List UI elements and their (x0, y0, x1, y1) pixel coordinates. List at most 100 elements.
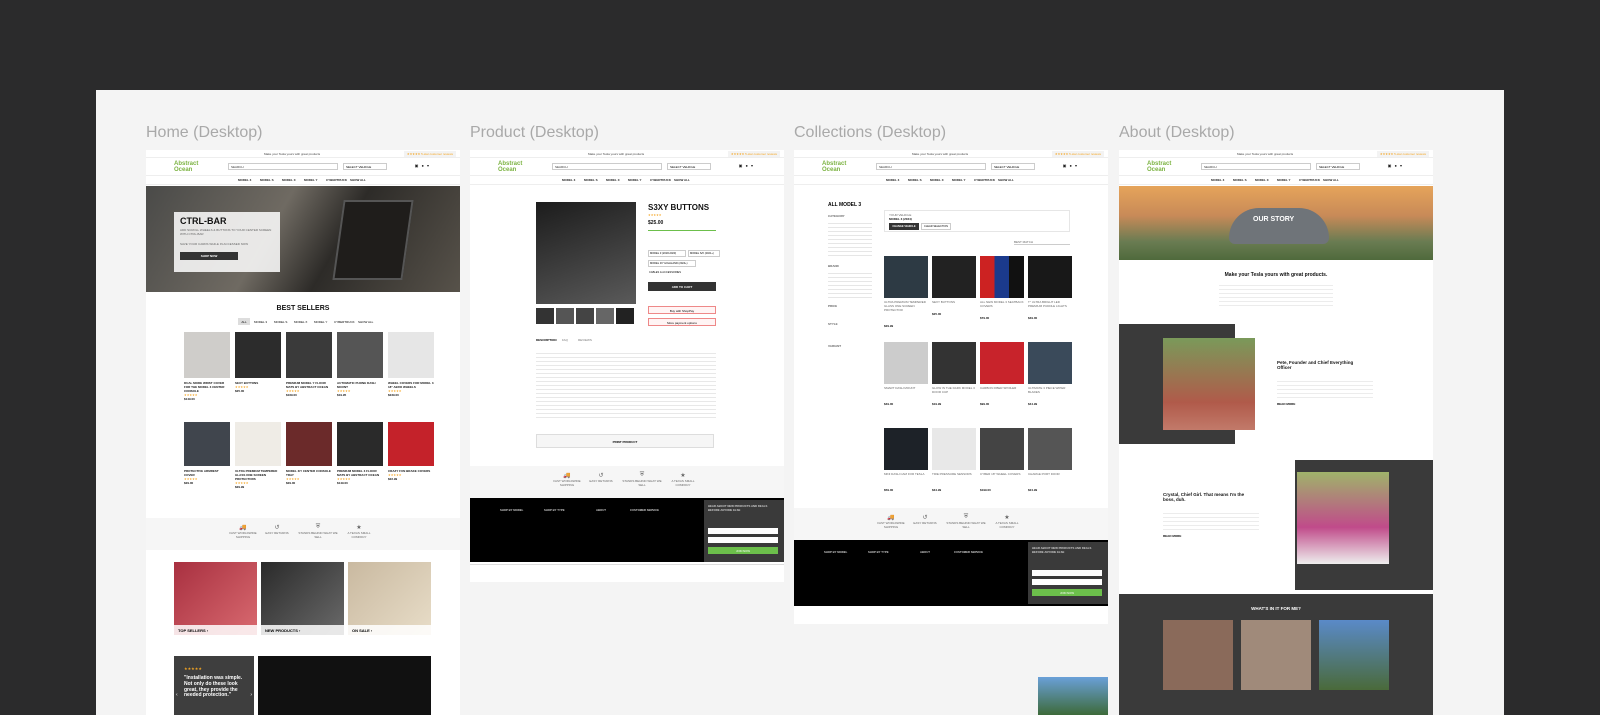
header-icons[interactable]: ▣ ● ▾ (415, 163, 430, 168)
filter-sidebar[interactable]: CATEGORY BRAND PRICE STYLE VARIANT (828, 214, 874, 358)
product-card[interactable] (884, 256, 928, 298)
header-icons[interactable]: ▣ ● ▾ (739, 163, 754, 168)
product-card[interactable] (980, 428, 1024, 470)
filter-tab[interactable]: MODEL S (274, 318, 287, 324)
select-vehicle-button[interactable]: SELECT VEHICLE (667, 163, 711, 170)
option-button[interactable]: MODEL 3 (2018-2023) (648, 250, 686, 257)
option-button[interactable]: CABLES & ACCESSORIES (648, 270, 686, 277)
filter-tab[interactable]: MODEL X (294, 318, 307, 324)
product-card[interactable] (932, 256, 976, 298)
product-price: $29.99 (235, 485, 245, 489)
frame-product[interactable]: Make your Tesla yours with great product… (470, 150, 784, 582)
product-card[interactable]: SEXY BUTTONS ★★★★★ $25.00 (235, 332, 281, 393)
nav-item[interactable]: CYBERTRUCK (326, 178, 347, 182)
product-card[interactable] (932, 342, 976, 384)
newsletter-email-input[interactable] (1032, 570, 1102, 576)
product-price: $169.00 (286, 393, 297, 397)
select-vehicle-button[interactable]: SELECT VEHICLE (1316, 163, 1360, 170)
product-card[interactable] (980, 256, 1024, 298)
search-input[interactable]: SEARCH (552, 163, 662, 170)
main-nav: MODEL 3 MODEL S MODEL X MODEL Y CYBERTRU… (794, 176, 1108, 185)
search-input[interactable]: SEARCH (876, 163, 986, 170)
join-now-button[interactable]: JOIN NOW (708, 547, 778, 554)
product-card[interactable]: WHEEL COVERS FOR MODEL 3 18" AERO WHEELS… (388, 332, 434, 397)
sort-select[interactable]: BEST MATCH (1014, 240, 1070, 245)
product-card[interactable]: MODEL 3/Y CENTER CONSOLE TRAY ★★★★★ $29.… (286, 422, 332, 485)
nav-item[interactable]: MODEL 3 (238, 178, 251, 182)
product-image (184, 332, 230, 378)
frame-about[interactable]: Make your Tesla yours with great product… (1119, 150, 1433, 715)
more-payment-button[interactable]: More payment options (648, 318, 716, 326)
filter-tab[interactable]: ALL (238, 318, 250, 325)
product-card[interactable]: DUAL MODE WRIST COVER FOR THE MODEL 3 CE… (184, 332, 230, 401)
add-to-cart-button[interactable]: ADD TO CART (648, 282, 716, 291)
crystal-read-more[interactable]: READ MORE (1163, 534, 1181, 538)
logo[interactable]: Abstract Ocean (498, 161, 522, 173)
product-card[interactable] (1028, 256, 1072, 298)
hero-banner[interactable]: CTRL-BAR ADD SCROLL WHEELS & BUTTONS TO … (146, 186, 460, 292)
frame-collections[interactable]: Make your Tesla yours with great product… (794, 150, 1108, 624)
clear-selection-button[interactable]: CLEAR SELECTION (921, 223, 951, 230)
print-product-button[interactable]: PRINT PRODUCT (536, 434, 714, 448)
select-vehicle-button[interactable]: SELECT VEHICLE (991, 163, 1035, 170)
search-input[interactable]: SEARCH (1201, 163, 1311, 170)
frame-home[interactable]: Make your Tesla yours with great product… (146, 150, 460, 715)
tab-reviews[interactable]: REVIEWS (578, 338, 592, 342)
nav-item[interactable]: MODEL X (282, 178, 296, 182)
product-card[interactable]: PREMIUM MODEL 3 FLOOR MATS BY ABSTRACT O… (337, 422, 383, 485)
nav-item[interactable]: MODEL S (260, 178, 274, 182)
logo[interactable]: Abstract Ocean (174, 161, 198, 173)
product-name: AUTOMATIC PHONE DASH MOUNT (337, 381, 376, 389)
product-image (388, 332, 434, 378)
trust-badges: 🚚 FAST WORLDWIDE SHIPPING ↺ EASY RETURNS ⛨… (470, 466, 784, 498)
product-card[interactable]: ULTRA PREMIUM TEMPERED GLASS ONE SCREEN … (235, 422, 281, 489)
filter-tab[interactable]: MODEL Y (314, 318, 327, 324)
nav-item[interactable]: SHOW ALL (350, 178, 366, 182)
product-card[interactable]: PROTECTIVE ARMREST COVER ★★★★★ $29.00 (184, 422, 230, 485)
product-card[interactable]: CRAZY FUN BRAKE COVERS ★★★★★ $22.99 (388, 422, 434, 481)
product-card[interactable] (980, 342, 1024, 384)
filter-tab[interactable]: MODEL 3 (254, 318, 267, 324)
shop-now-button[interactable]: SHOP NOW (180, 252, 238, 260)
tab-faq[interactable]: FAQ (562, 338, 568, 342)
main-nav: MODEL 3 MODEL S MODEL X MODEL Y CYBERTRU… (1119, 176, 1433, 185)
product-main-image[interactable] (536, 202, 636, 304)
product-card[interactable] (1028, 342, 1072, 384)
filter-tab[interactable]: CYBERTRUCK (334, 318, 355, 324)
rating-stars: ★★★★★ (648, 213, 662, 217)
option-button[interactable]: MODEL S/X (2021+) (688, 250, 720, 257)
newsletter-phone-input[interactable] (708, 537, 778, 543)
product-card[interactable] (1028, 428, 1072, 470)
newsletter-phone-input[interactable] (1032, 579, 1102, 585)
select-vehicle-button[interactable]: SELECT VEHICLE (343, 163, 387, 170)
tab-description[interactable]: DESCRIPTION (536, 338, 557, 342)
tile-top-sellers[interactable]: TOP SELLERS › (174, 562, 257, 635)
product-thumbnails[interactable] (536, 308, 636, 324)
tile-new-products[interactable]: NEW PRODUCTS › (261, 562, 344, 635)
header-icons[interactable]: ▣ ● ▾ (1063, 163, 1078, 168)
product-card[interactable] (932, 428, 976, 470)
trust-badges: 🚚 FAST WORLDWIDE SHIPPING ↺ EASY RETURNS ⛨… (146, 518, 460, 550)
founder-read-more[interactable]: READ MORE (1277, 402, 1295, 406)
prev-arrow-icon[interactable]: ‹ (176, 692, 178, 698)
logo[interactable]: Abstract Ocean (822, 161, 846, 173)
nav-item[interactable]: MODEL Y (304, 178, 318, 182)
logo[interactable]: Abstract Ocean (1147, 161, 1171, 173)
header-icons[interactable]: ▣ ● ▾ (1388, 163, 1403, 168)
search-input[interactable]: SEARCH (228, 163, 338, 170)
product-card[interactable] (884, 428, 928, 470)
product-image (235, 422, 281, 466)
join-now-button[interactable]: JOIN NOW (1032, 589, 1102, 596)
tile-on-sale[interactable]: ON SALE › (348, 562, 431, 635)
testimonial-card: ★★★★★ "Installation was simple. Not only… (174, 656, 254, 715)
benefit-image (1319, 620, 1389, 690)
product-card[interactable] (884, 342, 928, 384)
product-card[interactable]: PREMIUM MODEL Y FLOOR MATS BY ABSTRACT O… (286, 332, 332, 397)
option-button[interactable]: MODEL 3/Y HIGHLAND (2024+) (648, 260, 696, 267)
product-card[interactable]: AUTOMATIC PHONE DASH MOUNT ★★★★★ $19.95 (337, 332, 383, 397)
filter-tab[interactable]: SHOW ALL (358, 318, 373, 324)
next-arrow-icon[interactable]: › (250, 692, 252, 698)
shop-pay-button[interactable]: Buy with ShopPay (648, 306, 716, 314)
newsletter-email-input[interactable] (708, 528, 778, 534)
change-vehicle-button[interactable]: CHANGE VEHICLE (889, 223, 919, 230)
